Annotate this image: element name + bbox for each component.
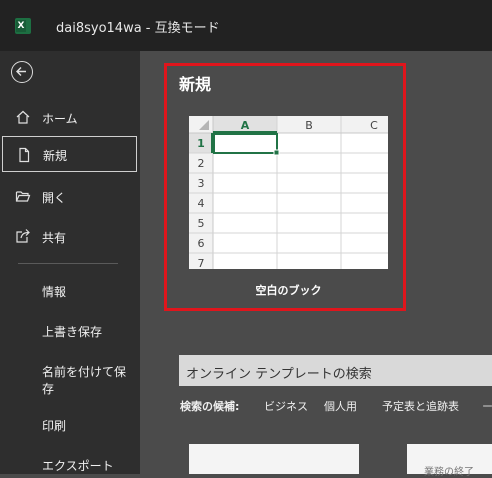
row-header-2: 2 — [198, 157, 205, 170]
sidebar-item-export[interactable]: エクスポート — [42, 458, 132, 475]
search-placeholder: オンライン テンプレートの検索 — [186, 367, 372, 382]
row-header-4: 4 — [198, 197, 205, 210]
suggestion-business[interactable]: ビジネス — [264, 398, 308, 414]
template-card[interactable] — [189, 444, 359, 474]
back-arrow-icon[interactable] — [11, 61, 33, 83]
excel-icon-letter: X — [16, 20, 26, 32]
backstage-sidebar: ホーム 新規 開く 共有 情報 上書き保存 名前を付けて保存 印刷 エクスポート — [0, 51, 140, 474]
open-folder-icon — [15, 191, 31, 202]
suggestion-personal[interactable]: 個人用 — [324, 398, 357, 414]
row-header-6: 6 — [198, 237, 205, 250]
sidebar-item-save-as[interactable]: 名前を付けて保存 — [42, 364, 132, 398]
column-header-b: B — [305, 119, 313, 132]
sidebar-item-info[interactable]: 情報 — [42, 284, 132, 301]
page-title: 新規 — [179, 75, 212, 94]
row-header-1: 1 — [197, 137, 205, 150]
template-search-input[interactable]: オンライン テンプレートの検索 — [179, 355, 492, 386]
row-header-3: 3 — [198, 177, 205, 190]
sidebar-item-save[interactable]: 上書き保存 — [42, 324, 132, 341]
row-header-5: 5 — [198, 217, 205, 230]
window-title: dai8syo14wa - 互換モード — [56, 21, 220, 36]
row-header-7: 7 — [198, 257, 205, 269]
sidebar-item-label: 共有 — [42, 231, 67, 245]
column-header-a: A — [241, 119, 250, 132]
suggestions-label: 検索の候補: — [180, 400, 240, 413]
sidebar-item-print[interactable]: 印刷 — [42, 418, 132, 435]
sidebar-item-share[interactable]: 共有 — [0, 218, 140, 254]
spreadsheet-grid: A B C 1 2 3 4 5 6 7 — [189, 116, 388, 269]
suggestion-calendars-trackers[interactable]: 予定表と追跡表 — [382, 398, 459, 414]
sidebar-item-label: ホーム — [42, 112, 78, 126]
sidebar-item-label: 開く — [42, 191, 67, 205]
sidebar-item-open[interactable]: 開く — [0, 178, 140, 214]
sidebar-item-label: 新規 — [43, 149, 68, 163]
blank-workbook-label[interactable]: 空白のブック — [189, 282, 388, 298]
suggestion-more[interactable]: ー — [482, 398, 492, 414]
sidebar-item-new[interactable]: 新規 — [2, 136, 137, 172]
sidebar-divider — [18, 263, 118, 264]
sidebar-item-home[interactable]: ホーム — [0, 99, 140, 135]
template-card-title: 業務の終了 — [424, 467, 474, 478]
new-document-icon — [19, 147, 30, 163]
excel-icon: X — [15, 18, 31, 34]
share-icon — [16, 229, 30, 243]
home-icon — [16, 110, 30, 124]
title-bar: X dai8syo14wa - 互換モード — [0, 0, 492, 51]
blank-workbook-thumbnail[interactable]: A B C 1 2 3 4 5 6 7 — [189, 116, 388, 269]
column-header-c: C — [370, 119, 378, 132]
